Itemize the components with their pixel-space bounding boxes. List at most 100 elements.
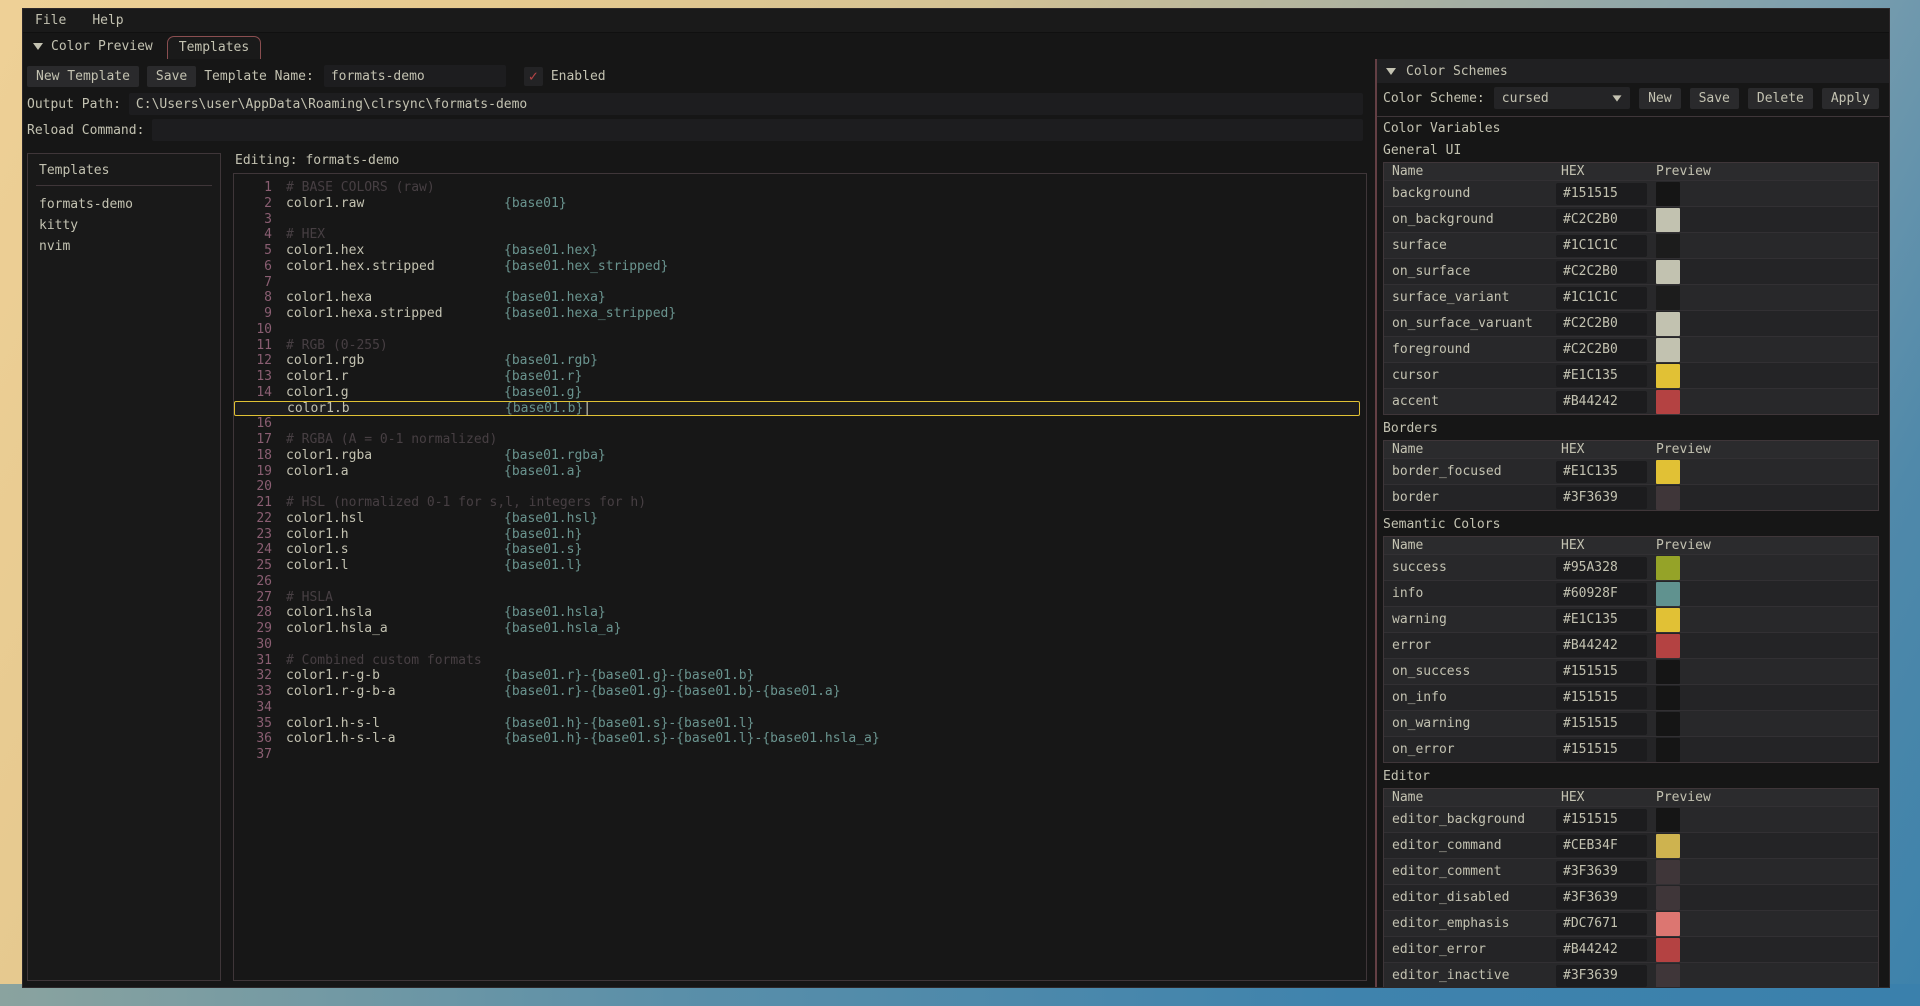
color-preview-header[interactable]: Color Preview (51, 39, 153, 54)
code-line[interactable]: 33color1.r-g-b-a{base01.r}-{base01.g}-{b… (234, 684, 1366, 700)
code-line[interactable]: color1.b{base01.b}| (234, 401, 1360, 417)
code-line[interactable]: 24color1.s{base01.s} (234, 542, 1366, 558)
code-line[interactable]: 18color1.rgba{base01.rgba} (234, 448, 1366, 464)
hex-input[interactable]: #C2C2B0 (1556, 261, 1647, 283)
save-template-button[interactable]: Save (147, 66, 196, 87)
color-swatch[interactable] (1656, 234, 1680, 258)
code-line[interactable]: 17# RGBA (A = 0-1 normalized) (234, 432, 1366, 448)
color-swatch[interactable] (1656, 686, 1680, 710)
hex-input[interactable]: #E1C135 (1556, 461, 1647, 483)
code-line[interactable]: 22color1.hsl{base01.hsl} (234, 511, 1366, 527)
color-swatch[interactable] (1656, 738, 1680, 762)
hex-input[interactable]: #151515 (1556, 809, 1647, 831)
code-line[interactable]: 2color1.raw{base01} (234, 196, 1366, 212)
color-swatch[interactable] (1656, 608, 1680, 632)
hex-input[interactable]: #3F3639 (1556, 487, 1647, 509)
code-line[interactable]: 7 (234, 275, 1366, 291)
code-line[interactable]: 36color1.h-s-l-a{base01.h}-{base01.s}-{b… (234, 731, 1366, 747)
code-line[interactable]: 31# Combined custom formats (234, 653, 1366, 669)
color-swatch[interactable] (1656, 808, 1680, 832)
code-line[interactable]: 26 (234, 574, 1366, 590)
color-swatch[interactable] (1656, 634, 1680, 658)
code-line[interactable]: 6color1.hex.stripped{base01.hex_stripped… (234, 259, 1366, 275)
color-swatch[interactable] (1656, 208, 1680, 232)
color-swatch[interactable] (1656, 486, 1680, 510)
hex-input[interactable]: #3F3639 (1556, 965, 1647, 987)
menu-file[interactable]: File (35, 13, 66, 28)
scheme-delete-button[interactable]: Delete (1748, 88, 1813, 109)
code-line[interactable]: 25color1.l{base01.l} (234, 558, 1366, 574)
code-line[interactable]: 14color1.g{base01.g} (234, 385, 1366, 401)
output-path-input[interactable]: C:\Users\user\AppData\Roaming\clrsync\fo… (129, 93, 1363, 115)
code-line[interactable]: 10 (234, 322, 1366, 338)
code-line[interactable]: 35color1.h-s-l{base01.h}-{base01.s}-{bas… (234, 716, 1366, 732)
hex-input[interactable]: #151515 (1556, 739, 1647, 761)
color-swatch[interactable] (1656, 938, 1680, 962)
code-line[interactable]: 29color1.hsla_a{base01.hsla_a} (234, 621, 1366, 637)
scheme-new-button[interactable]: New (1639, 88, 1680, 109)
color-swatch[interactable] (1656, 582, 1680, 606)
code-line[interactable]: 30 (234, 637, 1366, 653)
code-line[interactable]: 28color1.hsla{base01.hsla} (234, 605, 1366, 621)
hex-input[interactable]: #C2C2B0 (1556, 313, 1647, 335)
reload-command-input[interactable] (152, 119, 1363, 141)
color-swatch[interactable] (1656, 286, 1680, 310)
code-line[interactable]: 5color1.hex{base01.hex} (234, 243, 1366, 259)
code-line[interactable]: 12color1.rgb{base01.rgb} (234, 353, 1366, 369)
code-line[interactable]: 8color1.hexa{base01.hexa} (234, 290, 1366, 306)
color-swatch[interactable] (1656, 390, 1680, 414)
template-name-input[interactable]: formats-demo (324, 65, 506, 87)
color-swatch[interactable] (1656, 556, 1680, 580)
hex-input[interactable]: #3F3639 (1556, 861, 1647, 883)
template-editor[interactable]: 1# BASE COLORS (raw)2color1.raw{base01}3… (233, 173, 1367, 981)
enabled-checkbox[interactable]: ✓ (524, 67, 543, 86)
hex-input[interactable]: #DC7671 (1556, 913, 1647, 935)
hex-input[interactable]: #C2C2B0 (1556, 209, 1647, 231)
code-line[interactable]: 20 (234, 479, 1366, 495)
color-schemes-header[interactable]: Color Schemes (1377, 59, 1889, 83)
hex-input[interactable]: #C2C2B0 (1556, 339, 1647, 361)
hex-input[interactable]: #E1C135 (1556, 365, 1647, 387)
template-item[interactable]: kitty (39, 215, 209, 236)
color-swatch[interactable] (1656, 260, 1680, 284)
color-swatch[interactable] (1656, 312, 1680, 336)
code-line[interactable]: 19color1.a{base01.a} (234, 464, 1366, 480)
template-item[interactable]: formats-demo (39, 194, 209, 215)
color-swatch[interactable] (1656, 964, 1680, 988)
color-scheme-combo[interactable]: cursed (1494, 87, 1630, 109)
hex-input[interactable]: #1C1C1C (1556, 287, 1647, 309)
template-item[interactable]: nvim (39, 236, 209, 257)
color-swatch[interactable] (1656, 912, 1680, 936)
color-swatch[interactable] (1656, 338, 1680, 362)
scheme-apply-button[interactable]: Apply (1822, 88, 1879, 109)
code-line[interactable]: 27# HSLA (234, 590, 1366, 606)
code-line[interactable]: 13color1.r{base01.r} (234, 369, 1366, 385)
hex-input[interactable]: #95A328 (1556, 557, 1647, 579)
hex-input[interactable]: #60928F (1556, 583, 1647, 605)
code-line[interactable]: 34 (234, 700, 1366, 716)
hex-input[interactable]: #B44242 (1556, 939, 1647, 961)
hex-input[interactable]: #B44242 (1556, 391, 1647, 413)
color-swatch[interactable] (1656, 712, 1680, 736)
hex-input[interactable]: #151515 (1556, 687, 1647, 709)
code-line[interactable]: 1# BASE COLORS (raw) (234, 180, 1366, 196)
code-line[interactable]: 37 (234, 747, 1366, 763)
color-swatch[interactable] (1656, 886, 1680, 910)
color-swatch[interactable] (1656, 860, 1680, 884)
code-line[interactable]: 32color1.r-g-b{base01.r}-{base01.g}-{bas… (234, 668, 1366, 684)
hex-input[interactable]: #3F3639 (1556, 887, 1647, 909)
code-line[interactable]: 16 (234, 416, 1366, 432)
color-swatch[interactable] (1656, 834, 1680, 858)
color-swatch[interactable] (1656, 460, 1680, 484)
hex-input[interactable]: #E1C135 (1556, 609, 1647, 631)
hex-input[interactable]: #151515 (1556, 713, 1647, 735)
new-template-button[interactable]: New Template (27, 66, 139, 87)
color-swatch[interactable] (1656, 364, 1680, 388)
hex-input[interactable]: #151515 (1556, 183, 1647, 205)
code-line[interactable]: 4# HEX (234, 227, 1366, 243)
code-line[interactable]: 3 (234, 212, 1366, 228)
hex-input[interactable]: #1C1C1C (1556, 235, 1647, 257)
color-swatch[interactable] (1656, 182, 1680, 206)
hex-input[interactable]: #CEB34F (1556, 835, 1647, 857)
code-line[interactable]: 11# RGB (0-255) (234, 338, 1366, 354)
